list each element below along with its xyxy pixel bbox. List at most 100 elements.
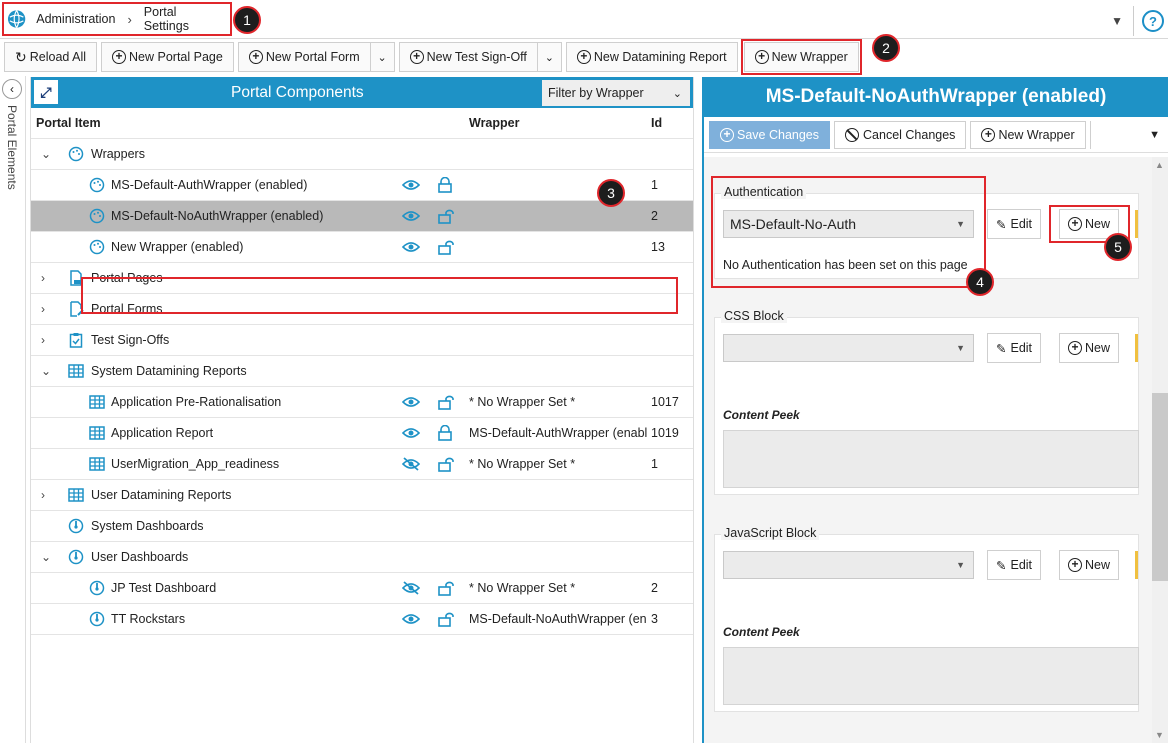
help-icon[interactable]: ? [1142,10,1164,32]
add-circle-icon: + [720,127,734,142]
breadcrumb-portal-settings[interactable]: Portal Settings [144,5,222,33]
css-block-select[interactable]: ▼ [723,334,974,362]
new-portal-form-button[interactable]: + New Portal Form ⌄ [237,42,395,72]
eye-icon[interactable] [402,179,420,191]
tree-group-user-datamining[interactable]: › User Datamining Reports [31,480,693,511]
add-circle-icon: + [576,50,591,64]
save-changes-button[interactable]: + Save Changes [709,120,831,149]
dashboard-gauge-icon [89,611,105,627]
css-new-button[interactable]: + New [1059,333,1120,363]
cancel-changes-button[interactable]: Cancel Changes [834,120,967,149]
tree-group-wrappers[interactable]: ⌄ Wrappers [31,139,693,170]
javascript-block-group: JavaScript Block ▼ ✎ Edit + New Content … [714,526,1139,712]
js-new-button[interactable]: + New [1059,550,1120,580]
lock-open-icon[interactable] [438,456,454,472]
new-datamining-report-button[interactable]: + New Datamining Report [565,42,738,72]
lock-closed-icon[interactable] [438,425,452,441]
details-title: MS-Default-NoAuthWrapper (enabled) [704,77,1168,117]
eye-icon[interactable] [402,613,420,625]
tree-item-wrapper-selected[interactable]: MS-Default-NoAuthWrapper (enabled) 2 [31,201,693,232]
eye-icon[interactable] [402,396,420,408]
auth-edit-button[interactable]: ✎ Edit [987,209,1042,239]
tree-item-report[interactable]: UserMigration_App_readiness * No Wrapper… [31,449,693,480]
table-grid-icon [68,488,84,502]
chevron-right-icon[interactable]: › [41,271,45,285]
callout-badge-2: 2 [872,34,900,62]
expand-icon[interactable]: ⤢ [34,80,58,104]
chevron-down-icon: ▼ [956,560,965,570]
chevron-down-icon[interactable]: ⌄ [41,147,51,161]
css-content-peek [723,430,1139,488]
pencil-icon: ✎ [996,341,1007,356]
add-circle-icon: + [754,50,769,64]
eye-hidden-icon[interactable] [402,457,420,471]
chevron-down-icon[interactable]: ⌄ [536,43,561,71]
chevron-down-icon[interactable]: ⌄ [369,43,394,71]
add-circle-icon: + [248,50,263,64]
lock-open-icon[interactable] [438,611,454,627]
filter-dropdown[interactable]: Filter by Wrapper ⌄ [542,80,690,106]
eye-icon[interactable] [402,427,420,439]
details-scrollbar[interactable]: ▲ ▼ [1152,157,1168,743]
lock-open-icon[interactable] [438,208,454,224]
breadcrumb: Administration › Portal Settings [2,2,232,36]
eye-icon[interactable] [402,210,420,222]
javascript-block-select[interactable]: ▼ [723,551,974,579]
chevron-down-icon: ▼ [956,343,965,353]
selected-row-highlight [81,277,678,314]
scroll-up-icon[interactable]: ▲ [1155,160,1164,170]
chevron-right-icon[interactable]: › [41,488,45,502]
new-portal-page-button[interactable]: + New Portal Page [101,42,234,72]
reload-all-button[interactable]: ↻ Reload All [4,42,98,72]
collapse-chevron-icon[interactable]: ‹ [2,79,22,99]
more-options-icon[interactable]: ▼ [1149,129,1160,141]
eye-hidden-icon[interactable] [402,581,420,595]
js-edit-button[interactable]: ✎ Edit [987,550,1042,580]
tree-item-dashboard[interactable]: JP Test Dashboard * No Wrapper Set * 2 [31,573,693,604]
clipboard-check-icon [69,333,83,348]
chevron-down-icon[interactable]: ⌄ [41,550,51,564]
column-id[interactable]: Id [651,116,662,130]
tree-item-wrapper[interactable]: New Wrapper (enabled) 13 [31,232,693,263]
new-wrapper-button[interactable]: + New Wrapper [740,39,862,75]
css-edit-button[interactable]: ✎ Edit [987,333,1042,363]
js-content-peek [723,647,1139,705]
tree-group-user-dashboards[interactable]: ⌄ User Dashboards [31,542,693,573]
dashboard-gauge-icon [89,580,105,596]
details-toolbar: + Save Changes Cancel Changes + New Wrap… [704,117,1168,153]
panel-title: Portal Components [231,83,364,101]
lock-open-icon[interactable] [438,239,454,255]
tree-item-dashboard[interactable]: TT Rockstars MS-Default-NoAuthWrapper (e… [31,604,693,635]
new-wrapper-button[interactable]: + New Wrapper [970,120,1086,149]
column-wrapper[interactable]: Wrapper [469,116,519,130]
css-content-peek-label: Content Peek [723,408,800,422]
palette-icon [89,208,105,224]
eye-icon[interactable] [402,241,420,253]
tree-group-system-dashboards[interactable]: System Dashboards [31,511,693,542]
column-header: Portal Item Wrapper Id [31,108,693,139]
palette-icon [89,177,105,193]
javascript-block-title: JavaScript Block [721,526,820,540]
pencil-icon: ✎ [996,558,1007,573]
column-portal-item[interactable]: Portal Item [36,116,101,130]
scrollbar-thumb[interactable] [1152,393,1168,581]
portal-elements-label[interactable]: Portal Elements [5,105,19,190]
breadcrumb-administration[interactable]: Administration [36,12,115,26]
scroll-down-icon[interactable]: ▼ [1155,730,1164,740]
js-content-peek-label: Content Peek [723,625,800,639]
lock-closed-icon[interactable] [438,177,452,193]
filter-icon[interactable]: ▼ [1111,14,1123,28]
chevron-right-icon[interactable]: › [41,333,45,347]
tree-item-report[interactable]: Application Pre-Rationalisation * No Wra… [31,387,693,418]
new-test-signoff-button[interactable]: + New Test Sign-Off ⌄ [398,42,562,72]
tree-item-report[interactable]: Application Report MS-Default-AuthWrappe… [31,418,693,449]
tree-group-test-signoffs[interactable]: › Test Sign-Offs [31,325,693,356]
lock-open-icon[interactable] [438,394,454,410]
tree-group-system-datamining[interactable]: ⌄ System Datamining Reports [31,356,693,387]
chevron-right-icon[interactable]: › [41,302,45,316]
add-circle-icon: + [981,127,996,142]
chevron-down-icon[interactable]: ⌄ [41,364,51,378]
lock-open-icon[interactable] [438,580,454,596]
tree-item-wrapper[interactable]: MS-Default-AuthWrapper (enabled) 1 [31,170,693,201]
main-toolbar: ↻ Reload All + New Portal Page + New Por… [0,39,1168,75]
